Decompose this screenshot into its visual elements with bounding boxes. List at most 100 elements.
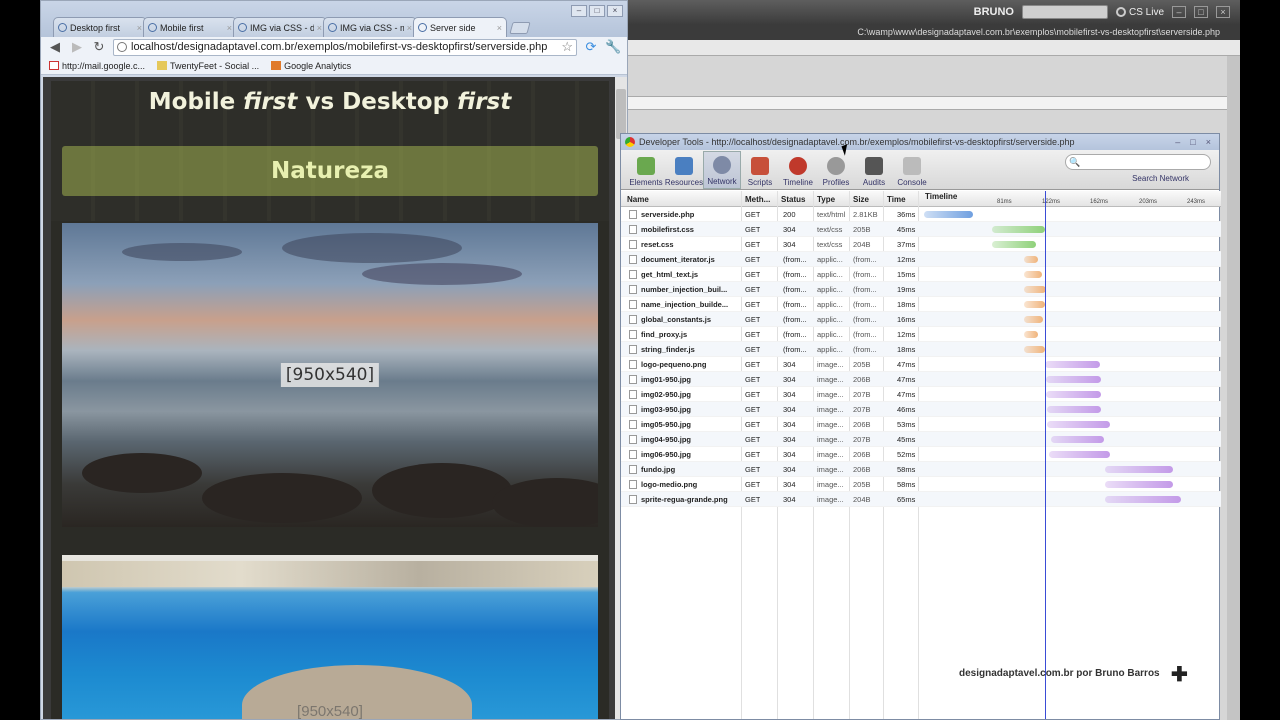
network-request-row[interactable]: logo-pequeno.png GET 304 image... 205B 47ms [621,357,1221,372]
network-request-row[interactable]: name_injection_builde... GET (from... appli… [621,297,1221,312]
network-request-row[interactable]: get_html_text.js GET (from... applic... (fro… [621,267,1221,282]
request-status: 304 [783,240,796,249]
forward-button[interactable]: ▶ [69,39,85,55]
network-request-row[interactable]: sprite-regua-grande.png GET 304 image... 204… [621,492,1221,507]
tool-profiles[interactable]: Profiles [817,151,855,189]
tab-close-icon[interactable]: × [317,23,322,33]
tab-mobile-first[interactable]: Mobile first × [143,17,237,37]
tab-close-icon[interactable]: × [137,23,142,33]
bookmark-twentyfeet[interactable]: TwentyFeet - Social ... [157,61,259,71]
wrench-icon[interactable]: 🔧 [605,39,621,55]
network-request-row[interactable]: string_finder.js GET (from... applic... (fro… [621,342,1221,357]
address-bar[interactable]: localhost/designadaptavel.com.br/exemplo… [113,38,577,56]
user-menu[interactable]: BRUNO [974,6,1014,18]
network-request-row[interactable]: number_injection_buil... GET (from... appli… [621,282,1221,297]
tool-scripts[interactable]: Scripts [741,151,779,189]
back-button[interactable]: ◀ [47,39,63,55]
tab-close-icon[interactable]: × [407,23,412,33]
background-app-topbar: BRUNO CS Live – □ × [627,0,1240,24]
app-search-input[interactable] [1021,5,1108,19]
network-request-row[interactable]: img01-950.jpg GET 304 image... 206B 47ms [621,372,1221,387]
file-icon [629,345,637,354]
network-request-row[interactable]: global_constants.js GET (from... applic... (… [621,312,1221,327]
request-name: find_proxy.js [641,330,688,339]
tool-timeline[interactable]: Timeline [779,151,817,189]
bookmark-star-icon[interactable]: ☆ [561,39,576,55]
devtools-maximize-button[interactable]: □ [1190,137,1195,147]
tool-console[interactable]: Console [893,151,931,189]
tab-close-icon[interactable]: × [227,23,232,33]
page-viewport[interactable]: Mobile first vs Desktop first Natureza [… [43,77,627,719]
scrollbar-thumb[interactable] [616,89,626,139]
network-request-row[interactable]: document_iterator.js GET (from... applic...… [621,252,1221,267]
tool-elements[interactable]: Elements [627,151,665,189]
app-scrollbar[interactable] [1227,56,1240,720]
bookmark-gmail[interactable]: http://mail.google.c... [49,61,145,71]
new-tab-button[interactable] [509,22,531,34]
request-name: img05-950.jpg [641,420,692,429]
col-method[interactable]: Meth... [745,195,770,204]
col-time[interactable]: Time [887,195,906,204]
network-request-row[interactable]: img02-950.jpg GET 304 image... 207B 47ms [621,387,1221,402]
file-icon [629,405,637,414]
col-timeline[interactable]: Timeline [925,192,957,201]
network-request-row[interactable]: img05-950.jpg GET 304 image... 206B 53ms [621,417,1221,432]
request-name: mobilefirst.css [641,225,694,234]
request-status: (from... [783,285,807,294]
network-search-input[interactable] [1065,154,1211,170]
request-type: image... [817,495,844,504]
col-type[interactable]: Type [817,195,835,204]
app-minimize-button[interactable]: – [1172,6,1186,18]
request-method: GET [745,255,761,264]
network-request-row[interactable]: img04-950.jpg GET 304 image... 207B 45ms [621,432,1221,447]
tool-resources[interactable]: Resources [665,151,703,189]
tick-label: 162ms [1090,199,1109,205]
tool-network[interactable]: Network [703,151,741,189]
request-status: 304 [783,405,796,414]
request-time: 53ms [897,420,916,429]
request-size: (from... [853,330,877,339]
tab-close-icon[interactable]: × [497,23,502,33]
browser-maximize-button[interactable]: □ [589,5,605,17]
request-timeline-bar [1023,286,1047,293]
tick-label: 81ms [997,199,1012,205]
network-request-row[interactable]: reset.css GET 304 text/css 204B 37ms [621,237,1221,252]
app-maximize-button[interactable]: □ [1194,6,1208,18]
browser-window: Desktop first × Mobile first × IMG via CSS… [40,0,628,720]
tab-img-css-mobile[interactable]: IMG via CSS - m × [323,17,417,37]
network-request-row[interactable]: img03-950.jpg GET 304 image... 207B 46ms [621,402,1221,417]
app-close-button[interactable]: × [1216,6,1230,18]
col-status[interactable]: Status [781,195,805,204]
request-status: 304 [783,390,796,399]
col-name[interactable]: Name [627,195,649,204]
reload-button[interactable]: ↻ [91,39,107,55]
bookmark-google-analytics[interactable]: Google Analytics [271,61,351,71]
browser-minimize-button[interactable]: – [571,5,587,17]
browser-close-button[interactable]: × [607,5,623,17]
devtools-minimize-button[interactable]: – [1175,137,1180,147]
network-request-row[interactable]: serverside.php GET 200 text/html 2.81KB 36ms [621,207,1221,222]
col-size[interactable]: Size [853,195,869,204]
file-icon [629,480,637,489]
network-request-row[interactable]: logo-medio.png GET 304 image... 205B 58ms [621,477,1221,492]
tab-img-css-desktop[interactable]: IMG via CSS - de × [233,17,327,37]
network-request-row[interactable]: fundo.jpg GET 304 image... 206B 58ms [621,462,1221,477]
request-name: img02-950.jpg [641,390,692,399]
request-timeline-bar [1046,376,1102,383]
timeline-icon [789,157,807,175]
request-name: sprite-regua-grande.png [641,495,728,504]
network-request-row[interactable]: find_proxy.js GET (from... applic... (from..… [621,327,1221,342]
request-status: 304 [783,225,796,234]
tab-server-side[interactable]: Server side × [413,17,507,37]
request-time: 46ms [897,405,916,414]
request-timeline-bar [1023,256,1039,263]
tab-label: IMG via CSS - de [250,22,314,33]
network-request-row[interactable]: mobilefirst.css GET 304 text/css 205B 45ms [621,222,1221,237]
devtools-close-button[interactable]: × [1206,137,1211,147]
request-type: image... [817,480,844,489]
tab-desktop-first[interactable]: Desktop first × [53,17,147,37]
tool-audits[interactable]: Audits [855,151,893,189]
cs-live-button[interactable]: CS Live [1115,7,1164,18]
extension-icon[interactable]: ⟳ [583,39,599,55]
network-request-row[interactable]: img06-950.jpg GET 304 image... 206B 52ms [621,447,1221,462]
